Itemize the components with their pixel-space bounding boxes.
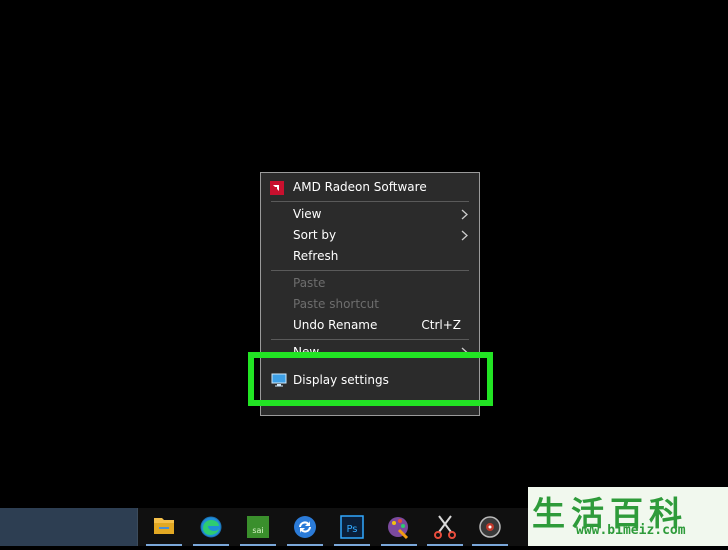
amd-logo-icon (270, 181, 284, 195)
menu-item-label: Paste (293, 276, 326, 290)
menu-item-label: AMD Radeon Software (293, 180, 427, 194)
sync-icon[interactable] (281, 508, 329, 546)
sai-icon-label: sai (252, 526, 263, 535)
menu-item-label: Refresh (293, 249, 339, 263)
menu-item-paste-shortcut[interactable]: Paste shortcut (261, 294, 479, 315)
menu-separator (271, 270, 469, 271)
menu-item-refresh[interactable]: Refresh (261, 246, 479, 267)
watermark: 生活百科 www.bimeiz.com (528, 487, 728, 546)
scissors-icon[interactable] (421, 508, 469, 546)
menu-item-view[interactable]: View (261, 204, 479, 225)
menu-item-label: View (293, 207, 322, 221)
edge-icon[interactable] (187, 508, 235, 546)
watermark-url: www.bimeiz.com (576, 523, 686, 538)
menu-item-display-settings[interactable]: Display settings (262, 369, 480, 391)
chevron-right-icon (461, 230, 468, 241)
menu-item-sort-by[interactable]: Sort by (261, 225, 479, 246)
menu-item-paste[interactable]: Paste (261, 273, 479, 294)
menu-item-label: Sort by (293, 228, 337, 242)
menu-item-amd-radeon-software[interactable]: AMD Radeon Software (261, 177, 479, 198)
menu-item-label: Paste shortcut (293, 297, 379, 311)
menu-separator (271, 339, 469, 340)
disc-icon[interactable] (466, 508, 514, 546)
chevron-right-icon (461, 209, 468, 220)
paint-palette-icon[interactable] (375, 508, 423, 546)
photoshop-icon[interactable]: Ps (328, 508, 376, 546)
monitor-icon (271, 373, 287, 387)
menu-item-shortcut: Ctrl+Z (421, 318, 461, 332)
menu-separator (271, 201, 469, 202)
paint-tool-sai-icon[interactable]: sai (234, 508, 282, 546)
menu-item-undo-rename[interactable]: Undo Rename Ctrl+Z (261, 315, 479, 336)
file-explorer-icon[interactable] (140, 508, 188, 546)
menu-item-label: Display settings (293, 373, 389, 387)
menu-item-label: Undo Rename (293, 318, 378, 332)
taskbar-search-box[interactable] (0, 508, 138, 546)
photoshop-icon-label: Ps (346, 524, 357, 535)
